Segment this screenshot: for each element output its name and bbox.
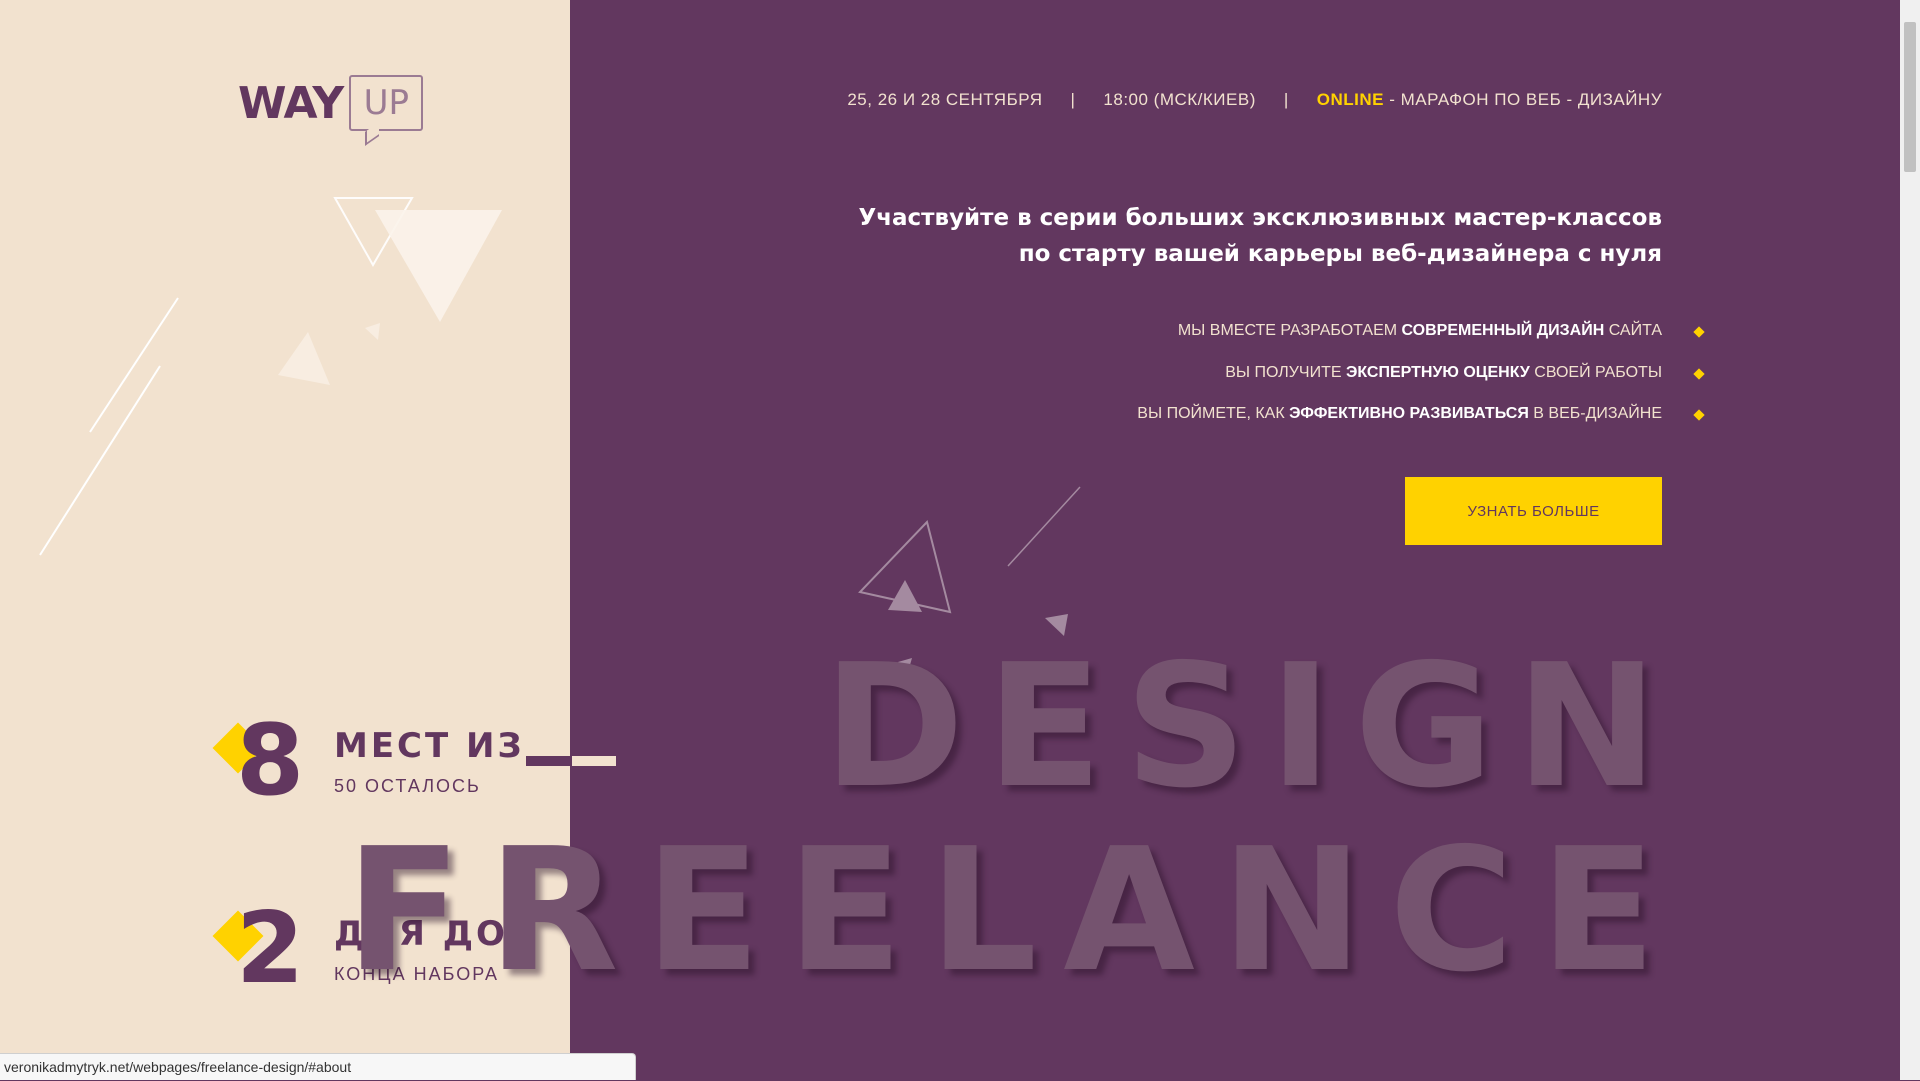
headline-line-1: Участвуйте в серии больших эксклюзивных … <box>858 205 1663 231</box>
feature-item: ВЫ ПОЙМЕТЕ, КАК ЭФФЕКТИВНО РАЗВИВАТЬСЯ В… <box>1137 405 1662 423</box>
feature-bold-text: ЭКСПЕРТНУЮ ОЦЕНКУ <box>1345 364 1530 381</box>
feature-text: В ВЕБ-ДИЗАЙНЕ <box>1528 405 1662 422</box>
event-title: - МАРАФОН ПО ВЕБ - ДИЗАЙНУ <box>1384 90 1662 109</box>
feature-text: МЫ ВМЕСТЕ РАЗРАБОТАЕМ <box>1177 322 1402 339</box>
learn-more-button[interactable]: УЗНАТЬ БОЛЬШЕ <box>1405 477 1662 545</box>
feature-bold-text: СОВРЕМЕННЫЙ ДИЗАЙН <box>1401 322 1605 339</box>
event-dates: 25, 26 И 28 СЕНТЯБРЯ <box>847 90 1043 109</box>
feature-text: ВЫ ПОЛУЧИТЕ <box>1225 364 1346 381</box>
slider-indicator[interactable] <box>526 756 616 766</box>
feature-bold-text: ЭФФЕКТИВНО РАЗВИВАТЬСЯ <box>1289 405 1529 422</box>
slider-indicator-active[interactable] <box>526 756 572 766</box>
online-label: ONLINE <box>1316 90 1385 109</box>
separator: | <box>1070 90 1076 109</box>
seats-title: МЕСТ ИЗ <box>334 726 525 766</box>
feature-item: ВЫ ПОЛУЧИТЕ ЭКСПЕРТНУЮ ОЦЕНКУ СВОЕЙ РАБО… <box>1225 364 1662 382</box>
seats-subtitle: 50 ОСТАЛОСЬ <box>334 776 481 796</box>
logo-up-text: UP <box>363 83 409 123</box>
background-word-design: DESIGN <box>823 628 1680 826</box>
scrollbar-thumb[interactable] <box>1904 22 1916 172</box>
logo-way-text: WAY <box>238 77 344 129</box>
feature-text: СВОЕЙ РАБОТЫ <box>1529 364 1662 381</box>
event-time: 18:00 (МСК/КИЕВ) <box>1103 90 1256 109</box>
headline: Участвуйте в серии больших эксклюзивных … <box>762 200 1663 272</box>
wayup-logo[interactable]: WAY UP <box>238 72 424 146</box>
separator: | <box>1283 90 1289 109</box>
slider-indicator-inactive[interactable] <box>572 756 616 766</box>
headline-line-2: по старту вашей карьеры веб-дизайнера с … <box>1018 241 1662 267</box>
browser-status-bar: veronikadmytryk.net/webpages/freelance-d… <box>0 1053 636 1080</box>
vertical-scrollbar[interactable] <box>1900 0 1920 1080</box>
event-info-bar: 25, 26 И 28 СЕНТЯБРЯ | 18:00 (МСК/КИЕВ) … <box>847 90 1662 110</box>
feature-text: САЙТА <box>1604 322 1662 339</box>
background-word-freelance: FREELANCE <box>345 812 1682 1010</box>
feature-item: МЫ ВМЕСТЕ РАЗРАБОТАЕМ СОВРЕМЕННЫЙ ДИЗАЙН… <box>1178 322 1662 340</box>
seats-counter: 8 МЕСТ ИЗ 50 ОСТАЛОСЬ <box>212 712 532 820</box>
feature-text: ВЫ ПОЙМЕТЕ, КАК <box>1137 405 1290 422</box>
logo-up-badge: UP <box>349 75 424 146</box>
days-number: 2 <box>236 892 305 1006</box>
seats-number: 8 <box>236 704 305 818</box>
